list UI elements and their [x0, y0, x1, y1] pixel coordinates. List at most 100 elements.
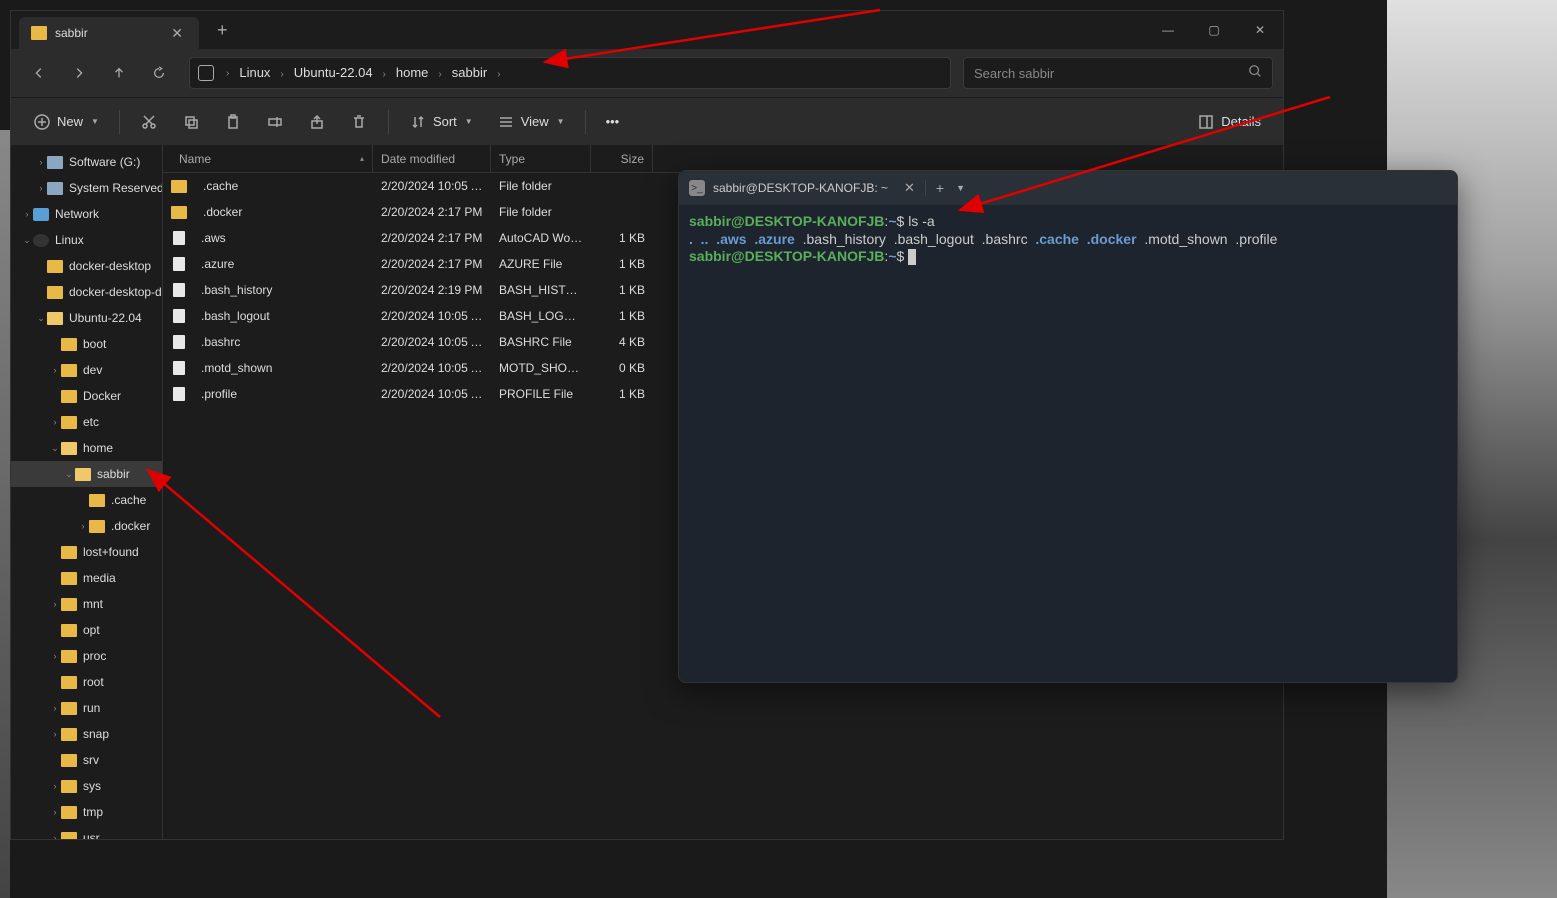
cut-button[interactable]: [130, 106, 168, 138]
tree-item[interactable]: docker-desktop: [11, 253, 162, 279]
tree-chevron-icon[interactable]: ›: [49, 807, 61, 817]
tree-chevron-icon[interactable]: ›: [49, 417, 61, 427]
tree-item[interactable]: boot: [11, 331, 162, 357]
refresh-button[interactable]: [141, 55, 177, 91]
explorer-navbar: › Linux›Ubuntu-22.04›home›sabbir›: [11, 49, 1283, 97]
sort-button[interactable]: Sort ▼: [399, 106, 483, 138]
tree-item[interactable]: ›mnt: [11, 591, 162, 617]
tree-label: tmp: [83, 805, 103, 819]
tree-item[interactable]: ›dev: [11, 357, 162, 383]
tree-chevron-icon[interactable]: ›: [49, 833, 61, 839]
tree-item[interactable]: docker-desktop-data: [11, 279, 162, 305]
tree-chevron-icon[interactable]: ›: [77, 521, 89, 531]
tree-item[interactable]: ›.docker: [11, 513, 162, 539]
breadcrumb-item[interactable]: Linux: [235, 63, 274, 82]
divider: [925, 180, 926, 196]
explorer-tab[interactable]: sabbir ✕: [19, 17, 199, 49]
file-type: MOTD_SHOWN File: [491, 361, 591, 375]
terminal-dropdown[interactable]: ▼: [952, 183, 969, 193]
tree-chevron-icon[interactable]: ›: [49, 781, 61, 791]
tree-item[interactable]: lost+found: [11, 539, 162, 565]
file-icon: [173, 257, 185, 271]
new-button[interactable]: New ▼: [23, 106, 109, 138]
tree-item[interactable]: ›Network: [11, 201, 162, 227]
close-button[interactable]: ✕: [1237, 14, 1283, 46]
breadcrumb-bar[interactable]: › Linux›Ubuntu-22.04›home›sabbir›: [189, 57, 951, 89]
new-tab-button[interactable]: +: [211, 20, 234, 41]
file-type: PROFILE File: [491, 387, 591, 401]
search-box[interactable]: [963, 57, 1273, 89]
tree-item[interactable]: ⌄home: [11, 435, 162, 461]
tree-item[interactable]: ›etc: [11, 409, 162, 435]
column-header-date[interactable]: Date modified: [373, 145, 491, 172]
view-button[interactable]: View ▼: [487, 106, 575, 138]
tree-item[interactable]: ›System Reserved: [11, 175, 162, 201]
column-header-type[interactable]: Type: [491, 145, 591, 172]
tree-label: snap: [83, 727, 109, 741]
maximize-button[interactable]: ▢: [1191, 14, 1237, 46]
sort-icon: [409, 113, 427, 131]
tree-chevron-icon[interactable]: ⌄: [35, 313, 47, 324]
tree-chevron-icon[interactable]: ⌄: [49, 443, 61, 454]
column-header-name[interactable]: Name▴: [163, 145, 373, 172]
tree-label: .cache: [111, 493, 146, 507]
tree-chevron-icon[interactable]: ›: [49, 703, 61, 713]
forward-button[interactable]: [61, 55, 97, 91]
tree-item[interactable]: media: [11, 565, 162, 591]
terminal-titlebar[interactable]: >_ sabbir@DESKTOP-KANOFJB: ~ ✕ + ▼: [679, 171, 1457, 205]
tree-item[interactable]: ›run: [11, 695, 162, 721]
tree-item[interactable]: opt: [11, 617, 162, 643]
tree-chevron-icon[interactable]: ›: [21, 209, 33, 219]
minimize-button[interactable]: —: [1145, 14, 1191, 46]
tree-item[interactable]: ›Software (G:): [11, 149, 162, 175]
folder-open-icon: [75, 468, 91, 481]
delete-button[interactable]: [340, 106, 378, 138]
tree-chevron-icon[interactable]: ›: [49, 651, 61, 661]
tree-item[interactable]: root: [11, 669, 162, 695]
tree-item[interactable]: ›sys: [11, 773, 162, 799]
terminal-tab-close[interactable]: ✕: [896, 180, 923, 196]
rename-button[interactable]: [256, 106, 294, 138]
copy-button[interactable]: [172, 106, 210, 138]
share-button[interactable]: [298, 106, 336, 138]
up-button[interactable]: [101, 55, 137, 91]
tree-item[interactable]: ⌄Ubuntu-22.04: [11, 305, 162, 331]
breadcrumb-item[interactable]: sabbir: [448, 63, 491, 82]
more-button[interactable]: •••: [596, 106, 630, 138]
paste-button[interactable]: [214, 106, 252, 138]
close-tab-button[interactable]: ✕: [167, 25, 187, 42]
folder-open-icon: [47, 312, 63, 325]
tree-item[interactable]: › tmp: [11, 799, 162, 825]
tree-item[interactable]: ⌄sabbir: [11, 461, 162, 487]
terminal-body[interactable]: sabbir@DESKTOP-KANOFJB:~$ ls -a . .. .aw…: [679, 205, 1457, 682]
search-input[interactable]: [974, 66, 1248, 81]
tree-chevron-icon[interactable]: ›: [35, 157, 47, 167]
folder-icon: [31, 26, 47, 40]
tree-label: media: [83, 571, 116, 585]
terminal-new-tab[interactable]: +: [928, 180, 952, 196]
column-header-size[interactable]: Size: [591, 145, 653, 172]
paste-icon: [224, 113, 242, 131]
tree-item[interactable]: srv: [11, 747, 162, 773]
tree-chevron-icon[interactable]: ›: [35, 183, 47, 193]
tree-item[interactable]: ›usr: [11, 825, 162, 839]
tree-chevron-icon[interactable]: ⌄: [21, 235, 33, 246]
tree-chevron-icon[interactable]: ›: [49, 365, 61, 375]
file-size: 1 KB: [591, 309, 653, 323]
explorer-titlebar[interactable]: sabbir ✕ + — ▢ ✕: [11, 11, 1283, 49]
folder-icon: [61, 676, 77, 689]
back-button[interactable]: [21, 55, 57, 91]
breadcrumb-item[interactable]: Ubuntu-22.04: [290, 63, 377, 82]
breadcrumb-item[interactable]: home: [392, 63, 433, 82]
tree-item[interactable]: ›proc: [11, 643, 162, 669]
explorer-sidebar[interactable]: ›Software (G:)›System Reserved›Network⌄L…: [11, 145, 163, 839]
tree-item[interactable]: .cache: [11, 487, 162, 513]
tree-chevron-icon[interactable]: ›: [49, 599, 61, 609]
tree-item[interactable]: › snap: [11, 721, 162, 747]
details-button[interactable]: Details: [1187, 106, 1271, 138]
share-icon: [308, 113, 326, 131]
tree-chevron-icon[interactable]: ⌄: [63, 469, 75, 480]
tree-chevron-icon[interactable]: ›: [49, 729, 61, 739]
tree-item[interactable]: Docker: [11, 383, 162, 409]
tree-item[interactable]: ⌄Linux: [11, 227, 162, 253]
